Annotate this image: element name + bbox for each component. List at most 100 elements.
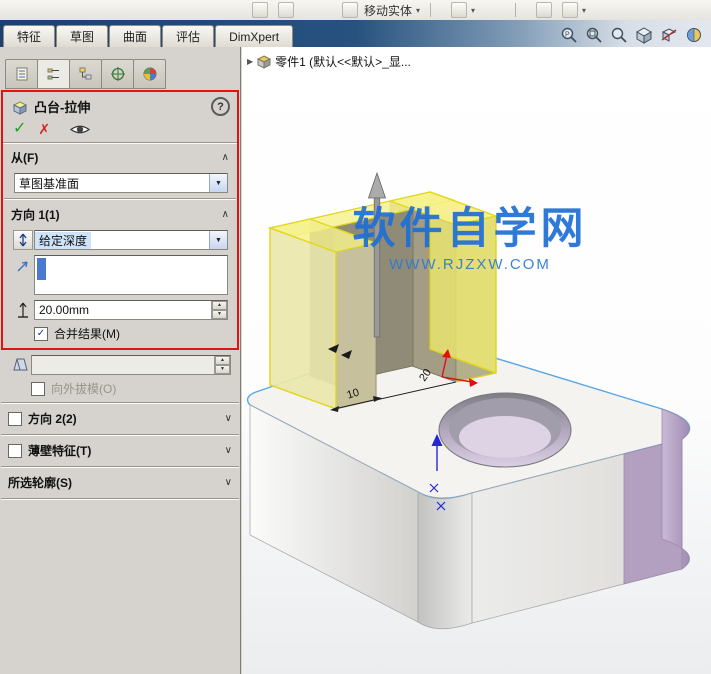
panel-title: 凸台-拉伸 [34, 100, 91, 115]
draft-icon [12, 358, 28, 371]
tab-surfaces[interactable]: 曲面 [109, 25, 162, 47]
dimxpert-manager-icon [110, 67, 125, 81]
draft-outward-checkbox[interactable] [31, 381, 45, 396]
section-view-icon[interactable] [660, 26, 678, 44]
property-manager-panel: 凸台-拉伸 ? ✓ ✗ 从(F) ∧ 草图基准面 ▼ 方向 1(1) ∧ 给定深… [0, 47, 241, 674]
tab-display-manager[interactable] [133, 59, 166, 89]
merge-result-checkbox[interactable]: ✓ [34, 326, 48, 341]
ribbon-tab-bar: 特征 草图 曲面 评估 DimXpert P [0, 20, 711, 47]
chevron-down-icon: ∨ [224, 413, 232, 424]
depth-row: 20.00mm ▲ ▼ [12, 300, 228, 320]
merge-result-label: 合并结果(M) [54, 327, 120, 341]
toolbar-caret-icon[interactable]: ▾ [416, 6, 420, 15]
display-manager-icon [143, 67, 156, 81]
move-body-label[interactable]: 移动实体 [364, 2, 412, 19]
toolbar-tool-icon[interactable] [278, 2, 294, 18]
draft-row: ▲ ▼ [9, 355, 231, 375]
tab-feature-manager[interactable] [5, 59, 38, 89]
svg-text:P: P [565, 32, 570, 39]
chevron-up-icon: ∧ [221, 152, 229, 163]
merge-result-row[interactable]: ✓ 合并结果(M) [34, 325, 228, 342]
divider [1, 498, 239, 500]
section-thin-feature[interactable]: 薄壁特征(T) ∨ [0, 436, 240, 461]
depth-icon [18, 302, 28, 318]
depth-spinner[interactable]: ▲ ▼ [211, 301, 227, 319]
chevron-down-icon: ∨ [224, 445, 232, 456]
section-selected-contours[interactable]: 所选轮廓(S) ∨ [0, 468, 240, 493]
direction-reference-row [12, 255, 228, 295]
heads-up-toolbar: P [560, 26, 711, 44]
solidworks-window: { "topbar": { "move_body_label": "移动实体" … [0, 0, 711, 674]
zoom-fit-icon[interactable]: P [560, 26, 578, 44]
spin-up-icon[interactable]: ▲ [212, 301, 227, 310]
spin-down-icon[interactable]: ▼ [215, 365, 230, 374]
feature-tree-label[interactable]: 零件1 (默认<<默认>_显... [275, 53, 411, 70]
section-direction2[interactable]: 方向 2(2) ∨ [0, 404, 240, 429]
direction2-checkbox[interactable] [8, 411, 22, 426]
move-body-icon[interactable] [342, 2, 358, 18]
sketch-plane-dropdown[interactable]: 草图基准面 ▼ [14, 173, 228, 193]
model-scene[interactable]: 10 20 软件自学网 WWW.RJZXW.COM [242, 47, 711, 674]
tab-dimxpert-manager[interactable] [101, 59, 134, 89]
top-toolbar: 移动实体 ▾ ▾ ▾ [0, 0, 711, 21]
toolbar-tool-icon[interactable] [252, 2, 268, 18]
draft-outward-label: 向外拔模(O) [51, 382, 117, 396]
direction-reference-box[interactable] [34, 255, 228, 295]
toolbar-caret-icon[interactable]: ▾ [582, 6, 586, 15]
property-manager-icon [47, 68, 59, 80]
draft-outward-row[interactable]: 向外拔模(O) [31, 380, 231, 397]
section-direction1[interactable]: 方向 1(1) ∧ [3, 200, 237, 225]
toolbar-caret-icon[interactable]: ▾ [471, 6, 475, 15]
boss-extrude-icon [12, 100, 28, 115]
toolbar-tool-icon[interactable] [562, 2, 579, 18]
dropdown-arrow-icon[interactable]: ▼ [209, 231, 227, 249]
end-condition-row: 给定深度 ▼ [12, 230, 228, 250]
preview-eye-icon[interactable] [70, 123, 91, 136]
panel-header: 凸台-拉伸 ? [3, 92, 237, 119]
toolbar-tool-icon[interactable] [451, 2, 468, 18]
feature-manager-icon [16, 67, 27, 81]
zoom-icon[interactable] [610, 26, 628, 44]
watermark-url: WWW.RJZXW.COM [389, 256, 551, 273]
end-condition-dropdown[interactable]: 给定深度 ▼ [34, 230, 228, 250]
view-orientation-icon[interactable] [635, 26, 653, 44]
help-icon[interactable]: ? [211, 97, 230, 116]
thin-feature-checkbox[interactable] [8, 443, 22, 458]
depth-input[interactable]: 20.00mm ▲ ▼ [34, 300, 228, 320]
base-front-corner-face[interactable] [417, 491, 473, 630]
preview-left-front-face[interactable] [335, 242, 377, 410]
from-row: 草图基准面 ▼ [12, 173, 228, 193]
zoom-area-icon[interactable] [585, 26, 603, 44]
tab-features[interactable]: 特征 [3, 25, 56, 47]
spin-down-icon[interactable]: ▼ [212, 310, 227, 319]
hole[interactable] [438, 392, 572, 468]
watermark-title: 软件自学网 [353, 205, 588, 253]
panel-tab-strip [0, 47, 240, 89]
draft-angle-input[interactable]: ▲ ▼ [31, 355, 231, 375]
tab-configuration-manager[interactable] [69, 59, 102, 89]
spin-up-icon[interactable]: ▲ [215, 356, 230, 365]
dropdown-arrow-icon[interactable]: ▼ [209, 174, 227, 192]
ok-button[interactable]: ✓ [13, 121, 26, 137]
feature-tree-root[interactable]: ▶ 零件1 (默认<<默认>_显... [247, 53, 411, 70]
cancel-button[interactable]: ✗ [38, 122, 50, 136]
tab-sketch[interactable]: 草图 [56, 25, 109, 47]
annotation-red-box: 凸台-拉伸 ? ✓ ✗ 从(F) ∧ 草图基准面 ▼ 方向 1(1) ∧ 给定深… [1, 90, 239, 350]
panel-action-row: ✓ ✗ [3, 119, 237, 143]
toolbar-tool-icon[interactable] [536, 2, 553, 18]
chevron-up-icon: ∧ [221, 209, 229, 220]
tab-evaluate[interactable]: 评估 [162, 25, 215, 47]
selected-reference-bar[interactable] [37, 258, 46, 280]
part-icon [257, 54, 272, 69]
tab-dimxpert[interactable]: DimXpert [215, 25, 294, 47]
tab-property-manager[interactable] [37, 59, 70, 89]
section-from[interactable]: 从(F) ∧ [3, 143, 237, 168]
reverse-direction-icon[interactable] [13, 230, 33, 250]
draft-spinner[interactable]: ▲ ▼ [214, 356, 230, 374]
tree-expand-icon[interactable]: ▶ [247, 57, 253, 66]
direction-arrow-icon [17, 261, 28, 272]
graphics-viewport[interactable]: ▶ 零件1 (默认<<默认>_显... 10 20 软件自学网 WWW.RJZX… [242, 47, 711, 674]
toolbar-separator [515, 3, 517, 17]
appearance-icon[interactable] [685, 26, 703, 44]
preview-left-outer-face[interactable] [269, 227, 337, 410]
